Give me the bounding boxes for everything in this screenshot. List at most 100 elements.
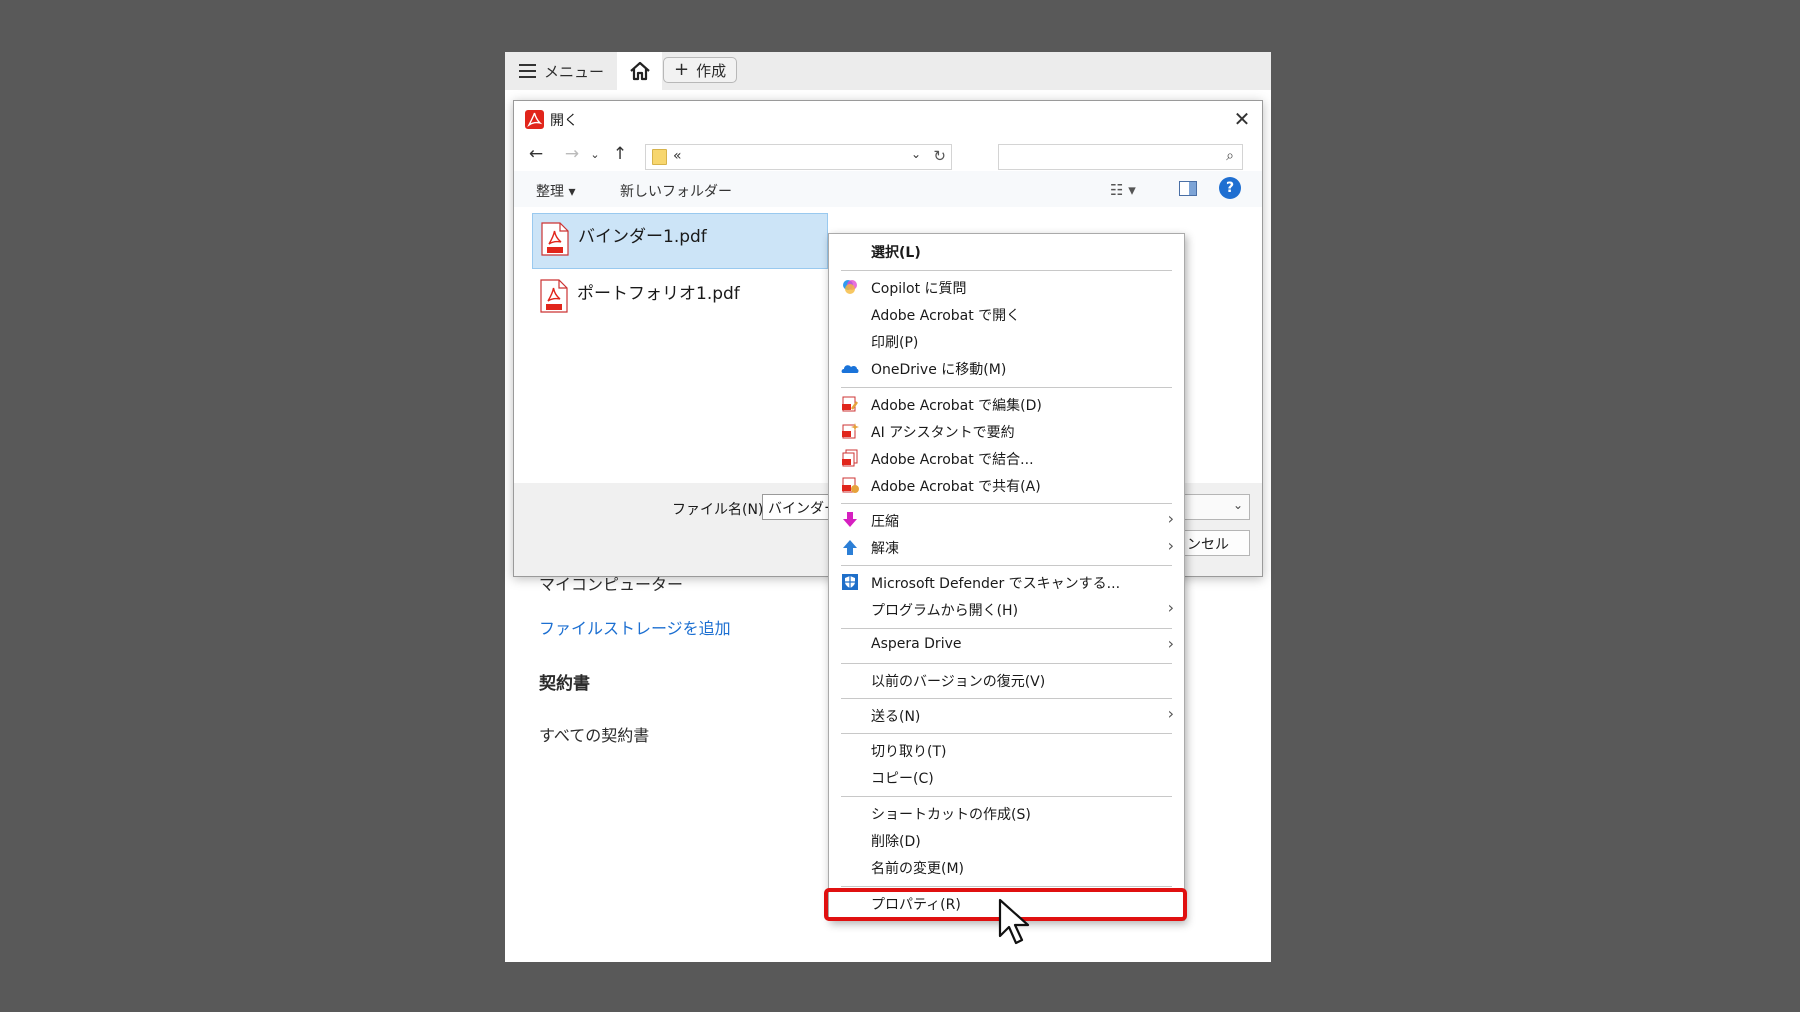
menu-item-label: 送る(N): [871, 709, 921, 725]
cancel-label: キャンセル: [1185, 537, 1229, 553]
menu-item-cut[interactable]: 切り取り(T): [829, 737, 1184, 763]
menu-item-label: AI アシスタントで要約: [871, 425, 1015, 441]
chevron-right-icon: ›: [1167, 536, 1174, 555]
navigation-bar: ← → ⌄ ↑ « ⌄ ↻ ⌕: [514, 137, 1262, 171]
acrobat-share-icon: [842, 477, 859, 493]
address-path: «: [673, 148, 682, 164]
menu-item-defender-scan[interactable]: Microsoft Defender でスキャンする...: [829, 569, 1184, 595]
hamburger-icon: [519, 64, 536, 78]
compress-icon: [843, 512, 857, 527]
app-toolbar: メニュー + 作成: [505, 52, 1271, 90]
preview-pane-icon[interactable]: [1179, 181, 1197, 196]
extract-icon: [843, 540, 857, 555]
menu-item-label: プログラムから開く(H): [871, 603, 1019, 619]
home-icon: [629, 61, 650, 81]
arrow-left-icon: ←: [528, 144, 544, 164]
menu-separator: [841, 270, 1172, 271]
menu-item-compress[interactable]: 圧縮 ›: [829, 507, 1184, 533]
arrow-up-icon: ↑: [612, 144, 628, 164]
onedrive-icon: [841, 365, 859, 373]
new-folder-button[interactable]: 新しいフォルダー: [620, 181, 732, 201]
menu-item-acrobat-edit[interactable]: Adobe Acrobat で編集(D): [829, 391, 1184, 417]
home-button[interactable]: [617, 52, 662, 90]
chevron-right-icon: ›: [1167, 704, 1174, 723]
all-contracts-item[interactable]: すべての契約書: [539, 722, 649, 746]
menu-item-send-to[interactable]: 送る(N) ›: [829, 702, 1184, 728]
menu-item-label: Adobe Acrobat で開く: [871, 308, 1021, 324]
pdf-file-icon: [541, 222, 569, 256]
menu-button[interactable]: メニュー: [519, 52, 604, 90]
dialog-titlebar: 開く ✕: [514, 101, 1262, 137]
menu-item-delete[interactable]: 削除(D): [829, 827, 1184, 853]
recent-locations-button[interactable]: ⌄: [584, 143, 606, 165]
menu-item-rename[interactable]: 名前の変更(M): [829, 854, 1184, 880]
menu-item-label: Aspera Drive: [871, 636, 962, 652]
dialog-title: 開く: [550, 113, 578, 129]
help-icon[interactable]: ?: [1219, 177, 1241, 199]
close-button[interactable]: ✕: [1230, 107, 1254, 131]
menu-separator: [841, 628, 1172, 629]
plus-icon: +: [674, 59, 690, 80]
menu-item-label: 削除(D): [871, 834, 921, 850]
file-name: ポートフォリオ1.pdf: [577, 284, 740, 304]
menu-item-label: Adobe Acrobat で編集(D): [871, 398, 1042, 414]
chevron-right-icon: ›: [1167, 598, 1174, 617]
menu-item-label: 印刷(P): [871, 335, 919, 351]
forward-button[interactable]: →: [561, 143, 583, 165]
organize-button[interactable]: 整理 ▾: [536, 181, 575, 201]
menu-item-ai-summary[interactable]: AI アシスタントで要約: [829, 418, 1184, 444]
menu-item-open-acrobat[interactable]: Adobe Acrobat で開く: [829, 301, 1184, 327]
cancel-button[interactable]: キャンセル: [1184, 530, 1250, 556]
acrobat-ai-icon: [842, 423, 859, 439]
menu-separator: [841, 503, 1172, 504]
file-type-select[interactable]: ⌄: [1184, 494, 1250, 520]
back-button[interactable]: ←: [525, 143, 547, 165]
address-bar[interactable]: « ⌄ ↻: [645, 144, 952, 170]
menu-item-label: ショートカットの作成(S): [871, 807, 1031, 823]
file-item[interactable]: バインダー1.pdf: [532, 213, 828, 269]
search-input[interactable]: ⌕: [998, 144, 1243, 170]
folder-icon: [652, 149, 667, 165]
menu-item-aspera-drive[interactable]: Aspera Drive ›: [829, 632, 1184, 658]
command-bar: 整理 ▾ 新しいフォルダー ☷ ▾ ?: [514, 171, 1262, 207]
menu-item-create-shortcut[interactable]: ショートカットの作成(S): [829, 800, 1184, 826]
menu-separator: [841, 565, 1172, 566]
menu-item-restore-versions[interactable]: 以前のバージョンの復元(V): [829, 667, 1184, 693]
file-name: バインダー1.pdf: [578, 227, 707, 247]
refresh-icon[interactable]: ↻: [933, 147, 946, 165]
menu-item-label: Adobe Acrobat で結合...: [871, 452, 1034, 468]
menu-item-label: 以前のバージョンの復元(V): [871, 674, 1046, 690]
contracts-heading: 契約書: [539, 674, 590, 694]
menu-item-select[interactable]: 選択(L): [829, 238, 1184, 264]
acrobat-edit-icon: [842, 396, 859, 412]
menu-item-label: 選択(L): [871, 245, 921, 261]
view-options-icon[interactable]: ☷ ▾: [1110, 181, 1136, 199]
menu-item-label: 切り取り(T): [871, 744, 947, 760]
menu-item-open-with[interactable]: プログラムから開く(H) ›: [829, 596, 1184, 622]
add-file-storage-link[interactable]: ファイルストレージを追加: [539, 615, 731, 639]
menu-item-copy[interactable]: コピー(C): [829, 764, 1184, 790]
context-menu: 選択(L) Copilot に質問 Adobe Acrobat で開く 印刷(P…: [828, 233, 1185, 921]
menu-item-label: コピー(C): [871, 771, 934, 787]
chevron-down-icon[interactable]: ⌄: [911, 147, 921, 161]
file-item[interactable]: ポートフォリオ1.pdf: [532, 271, 828, 327]
menu-item-label: Microsoft Defender でスキャンする...: [871, 576, 1121, 592]
create-button[interactable]: + 作成: [663, 57, 738, 83]
menu-separator: [841, 886, 1172, 887]
acrobat-combine-icon: [842, 449, 858, 467]
menu-item-label: 圧縮: [871, 514, 899, 530]
menu-item-acrobat-share[interactable]: Adobe Acrobat で共有(A): [829, 472, 1184, 498]
menu-item-label: 名前の変更(M): [871, 861, 965, 877]
menu-item-onedrive[interactable]: OneDrive に移動(M): [829, 355, 1184, 381]
menu-item-copilot[interactable]: Copilot に質問: [829, 274, 1184, 300]
menu-item-extract[interactable]: 解凍 ›: [829, 534, 1184, 560]
filename-label: ファイル名(N):: [672, 502, 769, 518]
menu-item-acrobat-combine[interactable]: Adobe Acrobat で結合...: [829, 445, 1184, 471]
menu-item-print[interactable]: 印刷(P): [829, 328, 1184, 354]
defender-icon: [842, 574, 858, 590]
arrow-right-icon: →: [564, 144, 580, 164]
menu-item-label: 解凍: [871, 541, 899, 557]
up-button[interactable]: ↑: [609, 143, 631, 165]
chevron-down-icon: ⌄: [1232, 498, 1243, 512]
search-icon: ⌕: [1226, 148, 1234, 164]
